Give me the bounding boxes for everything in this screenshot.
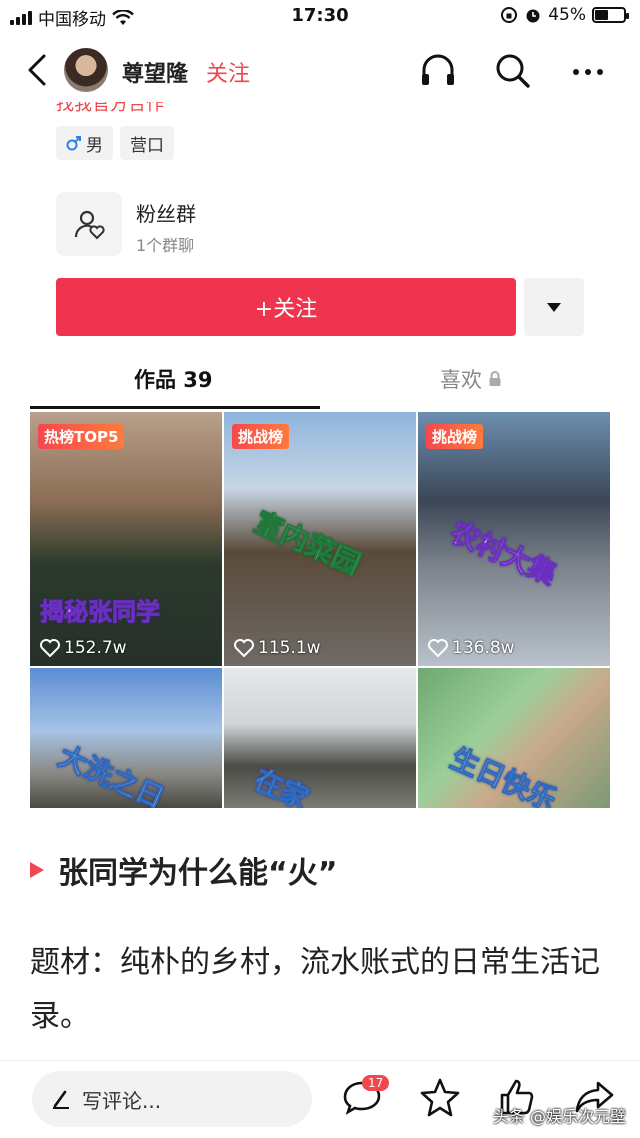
- heading-text: 张同学为什么能“火”: [58, 856, 338, 891]
- video-badge: 挑战榜: [232, 424, 290, 449]
- bottom-bar: 写评论... 17 头条 @娱乐次元壁: [0, 1060, 640, 1138]
- video-badge: 热榜TOP5: [38, 424, 125, 449]
- dropdown-icon: [547, 303, 561, 312]
- video-likes-count: 152.7w: [64, 638, 127, 658]
- search-icon[interactable]: [492, 50, 532, 90]
- profile-screenshot: 找我官方合作 男 营口 粉丝群 1个群聊 +关注 作品 39 喜欢 热榜TOP5…: [30, 102, 610, 808]
- profile-tabs: 作品 39 喜欢: [30, 352, 610, 410]
- tab-likes[interactable]: 喜欢: [440, 364, 502, 394]
- nav-follow-button[interactable]: 关注: [206, 56, 250, 88]
- fans-group-title[interactable]: 粉丝群: [136, 198, 196, 227]
- video-grid: 热榜TOP5 揭秘张同学 152.7w 挑战榜 室内菜园 115.1w 挑战榜 …: [30, 412, 610, 808]
- profile-title-cut: 找我官方合作: [56, 102, 164, 112]
- video-card[interactable]: 挑战榜 农村大集 136.8w: [418, 412, 610, 666]
- avatar[interactable]: [64, 48, 108, 92]
- video-likes-count: 115.1w: [258, 638, 321, 658]
- video-overlay-text: 大洗之日: [53, 739, 170, 808]
- status-bar: 中国移动 17:30 45%: [0, 0, 640, 34]
- comment-placeholder: 写评论...: [82, 1088, 162, 1113]
- star-icon[interactable]: [418, 1075, 462, 1119]
- video-card[interactable]: 在家: [224, 668, 416, 808]
- nav-bar: 尊望隆 关注: [0, 40, 640, 102]
- watermark: 头条 @娱乐次元壁: [492, 1107, 626, 1126]
- fans-group-icon: [74, 210, 105, 240]
- video-card[interactable]: 大洗之日: [30, 668, 222, 808]
- fans-group-subtitle: 1个群聊: [136, 236, 195, 255]
- video-card[interactable]: 生日快乐: [418, 668, 610, 808]
- tab-underline: [30, 406, 320, 409]
- video-overlay-text: 室内菜园: [249, 505, 366, 582]
- video-likes: 115.1w: [234, 638, 321, 658]
- lock-icon: [489, 371, 501, 386]
- gender-label: 男: [86, 135, 103, 156]
- video-overlay-text: 生日快乐: [445, 741, 562, 808]
- video-card[interactable]: 热榜TOP5 揭秘张同学 152.7w: [30, 412, 222, 666]
- location-label: 营口: [130, 135, 164, 156]
- male-icon: [66, 136, 81, 151]
- gender-tag: 男: [56, 126, 113, 160]
- video-badge: 挑战榜: [426, 424, 484, 449]
- heart-icon: [428, 639, 448, 657]
- tab-works[interactable]: 作品 39: [134, 364, 213, 394]
- heading-marker-icon: [30, 862, 44, 878]
- comment-count-badge: 17: [362, 1075, 390, 1091]
- follow-button[interactable]: +关注: [56, 278, 516, 336]
- pen-icon: [53, 1090, 69, 1109]
- article-heading: 张同学为什么能“火”: [30, 848, 337, 892]
- comment-input[interactable]: 写评论...: [32, 1071, 312, 1127]
- headphones-icon[interactable]: [418, 50, 458, 90]
- back-icon[interactable]: [22, 50, 52, 90]
- orientation-lock-icon: [501, 7, 518, 23]
- status-right: 45%: [500, 5, 629, 25]
- video-likes: 136.8w: [428, 638, 515, 658]
- author-name[interactable]: 尊望隆: [122, 56, 188, 88]
- battery-percent: 45%: [548, 5, 586, 25]
- video-overlay-text: 在家: [249, 762, 315, 808]
- video-likes: 152.7w: [40, 638, 127, 658]
- more-icon[interactable]: [568, 50, 608, 90]
- heart-icon: [40, 639, 60, 657]
- video-card[interactable]: 挑战榜 室内菜园 115.1w: [224, 412, 416, 666]
- fans-group-icon-box[interactable]: [56, 192, 122, 256]
- video-overlay-text: 揭秘张同学: [40, 598, 161, 627]
- video-overlay-text: 农村大集: [445, 515, 562, 592]
- location-tag: 营口: [120, 126, 174, 160]
- heart-icon: [234, 639, 254, 657]
- tab-likes-label: 喜欢: [440, 368, 482, 392]
- video-likes-count: 136.8w: [452, 638, 515, 658]
- battery-icon: [592, 7, 629, 23]
- alarm-icon: [526, 9, 540, 23]
- dropdown-button[interactable]: [524, 278, 584, 336]
- article-paragraph: 题材：纯朴的乡村，流水账式的日常生活记录。: [30, 945, 600, 1034]
